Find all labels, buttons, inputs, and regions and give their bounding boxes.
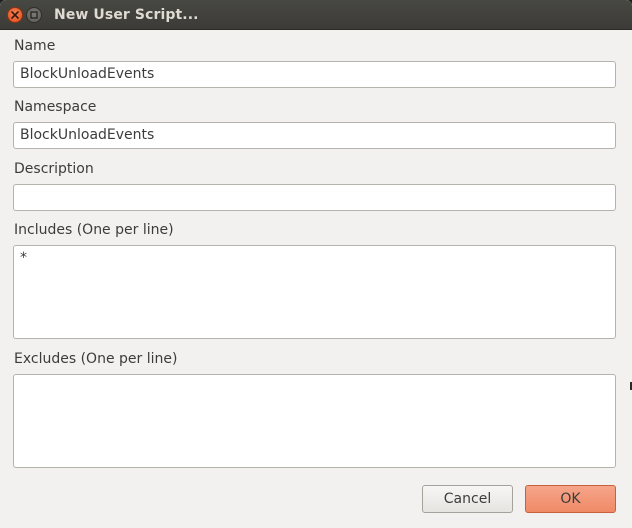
- includes-label: Includes (One per line): [14, 222, 174, 238]
- cancel-button[interactable]: Cancel: [422, 485, 513, 513]
- namespace-label: Namespace: [14, 99, 97, 115]
- ok-button[interactable]: OK: [525, 485, 616, 513]
- minimize-window-button[interactable]: [26, 7, 42, 23]
- description-label: Description: [14, 161, 94, 177]
- minimize-icon: [30, 11, 38, 19]
- excludes-textarea[interactable]: [13, 374, 616, 468]
- description-input[interactable]: [13, 184, 616, 211]
- window-title: New User Script...: [54, 7, 199, 23]
- namespace-input[interactable]: BlockUnloadEvents: [13, 122, 616, 149]
- name-label: Name: [14, 38, 56, 54]
- close-window-button[interactable]: [7, 7, 23, 23]
- title-bar[interactable]: New User Script...: [0, 0, 632, 30]
- excludes-label: Excludes (One per line): [14, 351, 178, 367]
- dialog-window: New User Script... Name BlockUnloadEvent…: [0, 0, 632, 528]
- name-input[interactable]: BlockUnloadEvents: [13, 61, 616, 88]
- close-icon: [11, 11, 19, 19]
- includes-textarea[interactable]: *: [13, 245, 616, 339]
